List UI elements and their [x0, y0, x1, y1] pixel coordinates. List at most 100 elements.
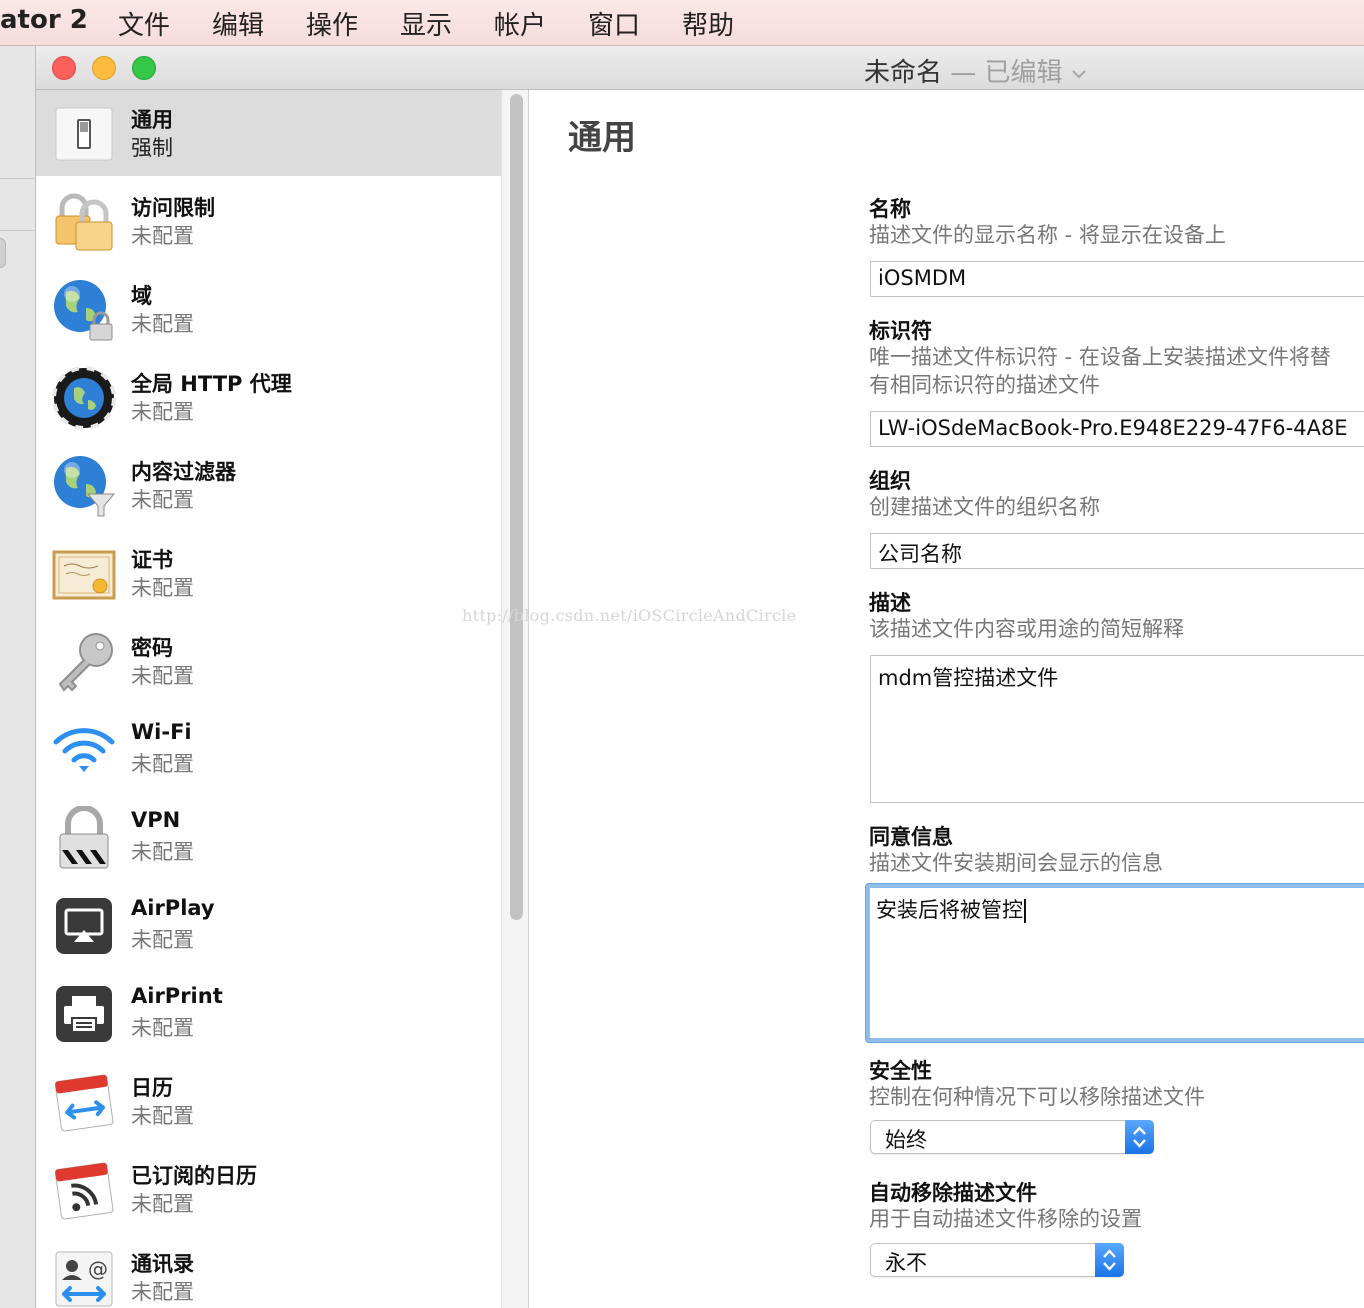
auto-remove-select-value: 永不	[885, 1251, 927, 1275]
security-label: 安全性	[869, 1059, 932, 1083]
edited-status: 已编辑	[984, 58, 1063, 88]
sidebar-item-subscribed-calendars[interactable]: 已订阅的日历 未配置	[36, 1146, 501, 1232]
sidebar-item-status: 未配置	[131, 312, 194, 336]
updown-arrows-icon	[1095, 1243, 1124, 1277]
calendar-sync-icon	[54, 1074, 114, 1132]
menu-window[interactable]: 窗口	[588, 5, 640, 42]
sidebar-item-http-proxy[interactable]: 全局 HTTP 代理 未配置	[36, 354, 501, 440]
security-select-value: 始终	[885, 1128, 927, 1152]
contacts-icon: @	[55, 1251, 113, 1307]
name-label: 名称	[869, 197, 911, 221]
divider	[0, 178, 36, 179]
sidebar-item-status: 未配置	[131, 224, 194, 248]
sidebar-item-passcode[interactable]: 密码 未配置	[36, 618, 501, 704]
sidebar-item-airplay[interactable]: AirPlay 未配置	[36, 882, 501, 968]
zoom-button[interactable]	[132, 56, 156, 80]
globe-proxy-icon	[52, 366, 116, 430]
menu-edit[interactable]: 编辑	[212, 5, 264, 42]
settings-pane: 通用 名称 描述文件的显示名称 - 将显示在设备上 iOSMDM 标识符 唯一描…	[530, 90, 1364, 1308]
sidebar-item-title: 通用	[131, 108, 173, 132]
minimize-button[interactable]	[92, 56, 116, 80]
organization-field[interactable]: 公司名称	[870, 533, 1364, 569]
close-button[interactable]	[52, 56, 76, 80]
consent-label: 同意信息	[869, 825, 953, 849]
menu-account[interactable]: 帐户	[494, 5, 546, 42]
description-label: 描述	[869, 591, 911, 615]
sidebar-item-title: 访问限制	[131, 196, 215, 220]
app-name-menu[interactable]: ator 2	[0, 5, 88, 35]
description-textarea[interactable]: mdm管控描述文件	[870, 655, 1364, 803]
auto-remove-label: 自动移除描述文件	[869, 1181, 1037, 1205]
wifi-icon	[53, 728, 115, 772]
chevron-down-icon	[1072, 69, 1086, 78]
switch-icon	[55, 107, 113, 161]
sidebar-item-status: 未配置	[131, 576, 194, 600]
divider	[0, 230, 36, 231]
security-description: 控制在何种情况下可以移除描述文件	[869, 1085, 1205, 1109]
auto-remove-select[interactable]: 永不	[870, 1243, 1124, 1277]
document-name: 未命名	[864, 58, 943, 88]
sidebar-item-status: 未配置	[131, 488, 194, 512]
sidebar-item-status: 未配置	[131, 400, 194, 424]
security-select[interactable]: 始终	[870, 1120, 1154, 1154]
scrollbar-thumb[interactable]	[510, 94, 523, 920]
text-caret	[1024, 899, 1026, 923]
sidebar-item-title: 已订阅的日历	[131, 1164, 257, 1188]
sidebar-item-status: 未配置	[131, 840, 194, 864]
sidebar-item-status: 未配置	[131, 1104, 194, 1128]
sidebar-item-title: AirPlay	[131, 896, 215, 920]
menu-help[interactable]: 帮助	[682, 5, 734, 42]
sidebar-item-domains[interactable]: 域 未配置	[36, 266, 501, 352]
sidebar-scrollbar[interactable]	[501, 90, 529, 1308]
window-title[interactable]: 未命名 — 已编辑	[864, 52, 1087, 89]
description-description: 该描述文件内容或用途的简短解释	[869, 617, 1184, 641]
menu-file[interactable]: 文件	[118, 5, 170, 42]
name-description: 描述文件的显示名称 - 将显示在设备上	[869, 223, 1226, 247]
background-window	[0, 46, 36, 1308]
consent-text: 安装后将被管控	[876, 898, 1023, 922]
sidebar-item-status: 未配置	[131, 752, 194, 776]
menu-actions[interactable]: 操作	[306, 5, 358, 42]
sidebar-item-title: VPN	[131, 808, 181, 832]
consent-description: 描述文件安装期间会显示的信息	[869, 851, 1163, 875]
identifier-field[interactable]: LW-iOSdeMacBook-Pro.E948E229-47F6-4A8E	[870, 411, 1364, 447]
organization-label: 组织	[869, 469, 911, 493]
sidebar-item-title: 通讯录	[131, 1252, 194, 1276]
payload-sidebar: 通用 强制 访问限制 未配置 域 未配置 全局 HTTP 代理 未配置 内容过滤…	[36, 90, 501, 1308]
page-title: 通用	[568, 118, 636, 158]
sidebar-item-status: 未配置	[131, 1192, 194, 1216]
sidebar-item-wifi[interactable]: Wi-Fi 未配置	[36, 706, 501, 792]
svg-text:@: @	[88, 1257, 108, 1281]
watermark: http://blog.csdn.net/iOSCircleAndCircle	[462, 606, 797, 625]
sidebar-item-general[interactable]: 通用 强制	[36, 90, 501, 176]
sidebar-item-airprint[interactable]: AirPrint 未配置	[36, 970, 501, 1056]
profile-window: 未命名 — 已编辑 通用 强制 访问限制 未配置 域 未配置 全局 HTTP 代…	[36, 46, 1364, 1308]
certificate-icon	[52, 550, 116, 600]
sidebar-item-content-filter[interactable]: 内容过滤器 未配置	[36, 442, 501, 528]
sidebar-item-title: Wi-Fi	[131, 720, 192, 744]
sidebar-item-contacts[interactable]: @ 通讯录 未配置	[36, 1234, 501, 1308]
menu-bar: ator 2 文件 编辑 操作 显示 帐户 窗口 帮助	[0, 0, 1364, 46]
sidebar-item-title: 域	[131, 284, 152, 308]
sidebar-item-certificates[interactable]: 证书 未配置	[36, 530, 501, 616]
calendar-subscribed-icon	[54, 1162, 114, 1220]
globe-lock-icon	[54, 280, 113, 341]
menu-view[interactable]: 显示	[400, 5, 452, 42]
sidebar-item-title: 全局 HTTP 代理	[131, 372, 292, 396]
sidebar-item-title: 内容过滤器	[131, 460, 236, 484]
sidebar-item-title: 证书	[131, 548, 173, 572]
consent-textarea[interactable]: 安装后将被管控	[866, 884, 1364, 1042]
sidebar-item-status: 未配置	[131, 664, 194, 688]
sidebar-item-title: 密码	[131, 636, 173, 660]
padlock-icon	[55, 193, 113, 251]
title-bar: 未命名 — 已编辑	[36, 46, 1364, 90]
airplay-icon	[56, 898, 112, 954]
organization-description: 创建描述文件的组织名称	[869, 495, 1100, 519]
sidebar-item-status: 未配置	[131, 928, 194, 952]
sidebar-item-calendar[interactable]: 日历 未配置	[36, 1058, 501, 1144]
sidebar-item-restrictions[interactable]: 访问限制 未配置	[36, 178, 501, 264]
sidebar-item-vpn[interactable]: VPN 未配置	[36, 794, 501, 880]
name-field[interactable]: iOSMDM	[870, 261, 1364, 297]
updown-arrows-icon	[1125, 1120, 1154, 1154]
identifier-description-line2: 有相同标识符的描述文件	[869, 373, 1100, 397]
